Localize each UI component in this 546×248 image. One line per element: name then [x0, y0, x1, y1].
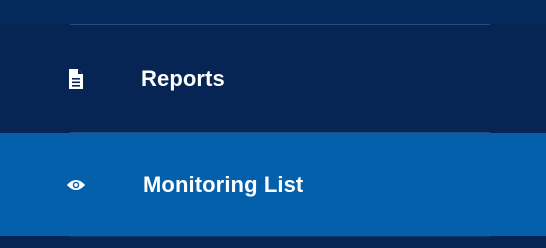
sidebar-nav: Reports Monitoring List	[0, 0, 546, 248]
sidebar-item-monitoring-list[interactable]: Monitoring List	[0, 133, 546, 236]
sidebar-item-label: Monitoring List	[143, 171, 304, 197]
sidebar-bottom-area	[0, 237, 546, 248]
sidebar-item-label: Reports	[141, 65, 225, 91]
sidebar-top-area	[0, 0, 546, 24]
sidebar-item-reports[interactable]: Reports	[0, 25, 546, 132]
document-icon	[66, 68, 86, 89]
eye-icon	[66, 175, 86, 195]
